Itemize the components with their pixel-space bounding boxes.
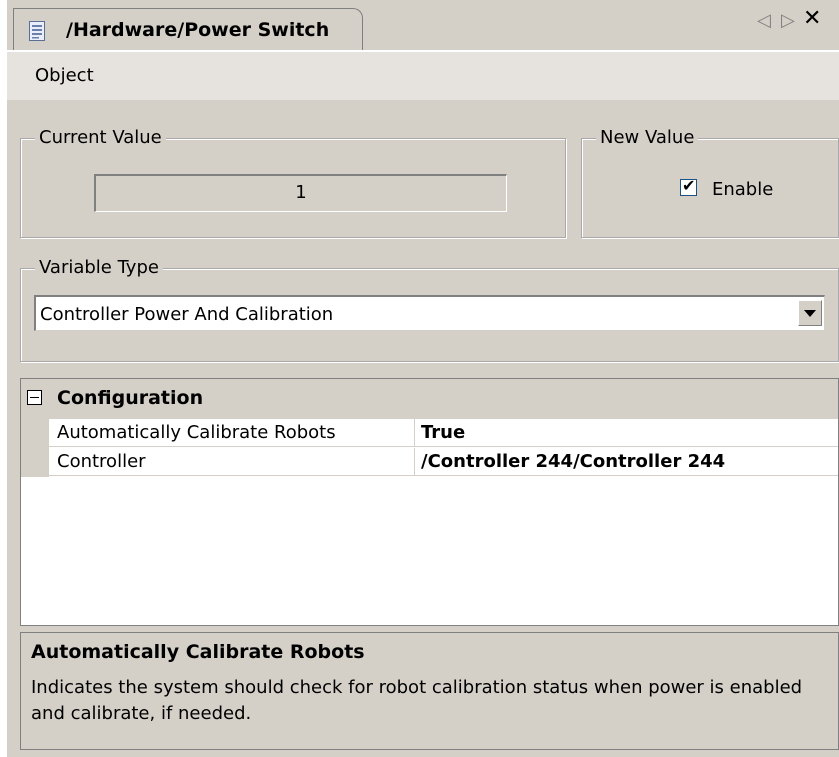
category-title: Configuration — [57, 387, 204, 409]
current-value-legend: Current Value — [35, 127, 166, 148]
current-value-group: Current Value 1 — [20, 127, 566, 238]
row-gutter — [21, 448, 49, 477]
menu-item-object[interactable]: Object — [35, 65, 94, 86]
menu-bar: Object — [7, 52, 839, 100]
property-value[interactable]: True — [415, 419, 838, 447]
checkmark-icon: ✔ — [682, 176, 696, 195]
variable-type-selected: Controller Power And Calibration — [40, 304, 334, 325]
variable-type-group: Variable Type Controller Power And Calib… — [20, 257, 839, 362]
variable-type-select[interactable]: Controller Power And Calibration — [34, 295, 825, 331]
new-value-group: New Value ✔ Enable — [581, 127, 839, 238]
property-value[interactable]: /Controller 244/Controller 244 — [415, 448, 838, 476]
row-gutter — [21, 419, 49, 448]
enable-checkbox[interactable]: ✔ — [680, 176, 697, 196]
chevron-down-icon — [804, 310, 816, 317]
category-row-configuration: Configuration — [21, 379, 838, 419]
new-value-legend: New Value — [596, 127, 699, 148]
description-title: Automatically Calibrate Robots — [31, 641, 365, 663]
variable-type-legend: Variable Type — [35, 257, 163, 278]
tab-hardware-power-switch[interactable]: /Hardware/Power Switch — [13, 8, 363, 52]
tab-strip: /Hardware/Power Switch ◁ ▷ ✕ — [7, 0, 839, 52]
description-text: Indicates the system should check for ro… — [31, 677, 803, 724]
property-row: Automatically Calibrate Robots True — [21, 419, 838, 448]
scroll-right-icon[interactable]: ▷ — [781, 10, 795, 31]
editor-panel: /Hardware/Power Switch ◁ ▷ ✕ Object Curr… — [7, 0, 839, 757]
collapse-icon[interactable] — [27, 390, 42, 405]
property-row: Controller /Controller 244/Controller 24… — [21, 448, 838, 477]
enable-label[interactable]: Enable — [712, 179, 773, 200]
description-pane: Automatically Calibrate Robots Indicates… — [20, 632, 839, 750]
close-icon[interactable]: ✕ — [803, 6, 821, 31]
property-name[interactable]: Automatically Calibrate Robots — [49, 419, 415, 447]
current-value-field: 1 — [94, 174, 507, 212]
tab-title: /Hardware/Power Switch — [66, 19, 330, 41]
property-name[interactable]: Controller — [49, 448, 415, 476]
property-grid: Configuration Automatically Calibrate Ro… — [20, 378, 839, 626]
dropdown-button[interactable] — [798, 300, 822, 326]
scroll-left-icon[interactable]: ◁ — [757, 10, 771, 31]
document-icon — [29, 21, 45, 41]
